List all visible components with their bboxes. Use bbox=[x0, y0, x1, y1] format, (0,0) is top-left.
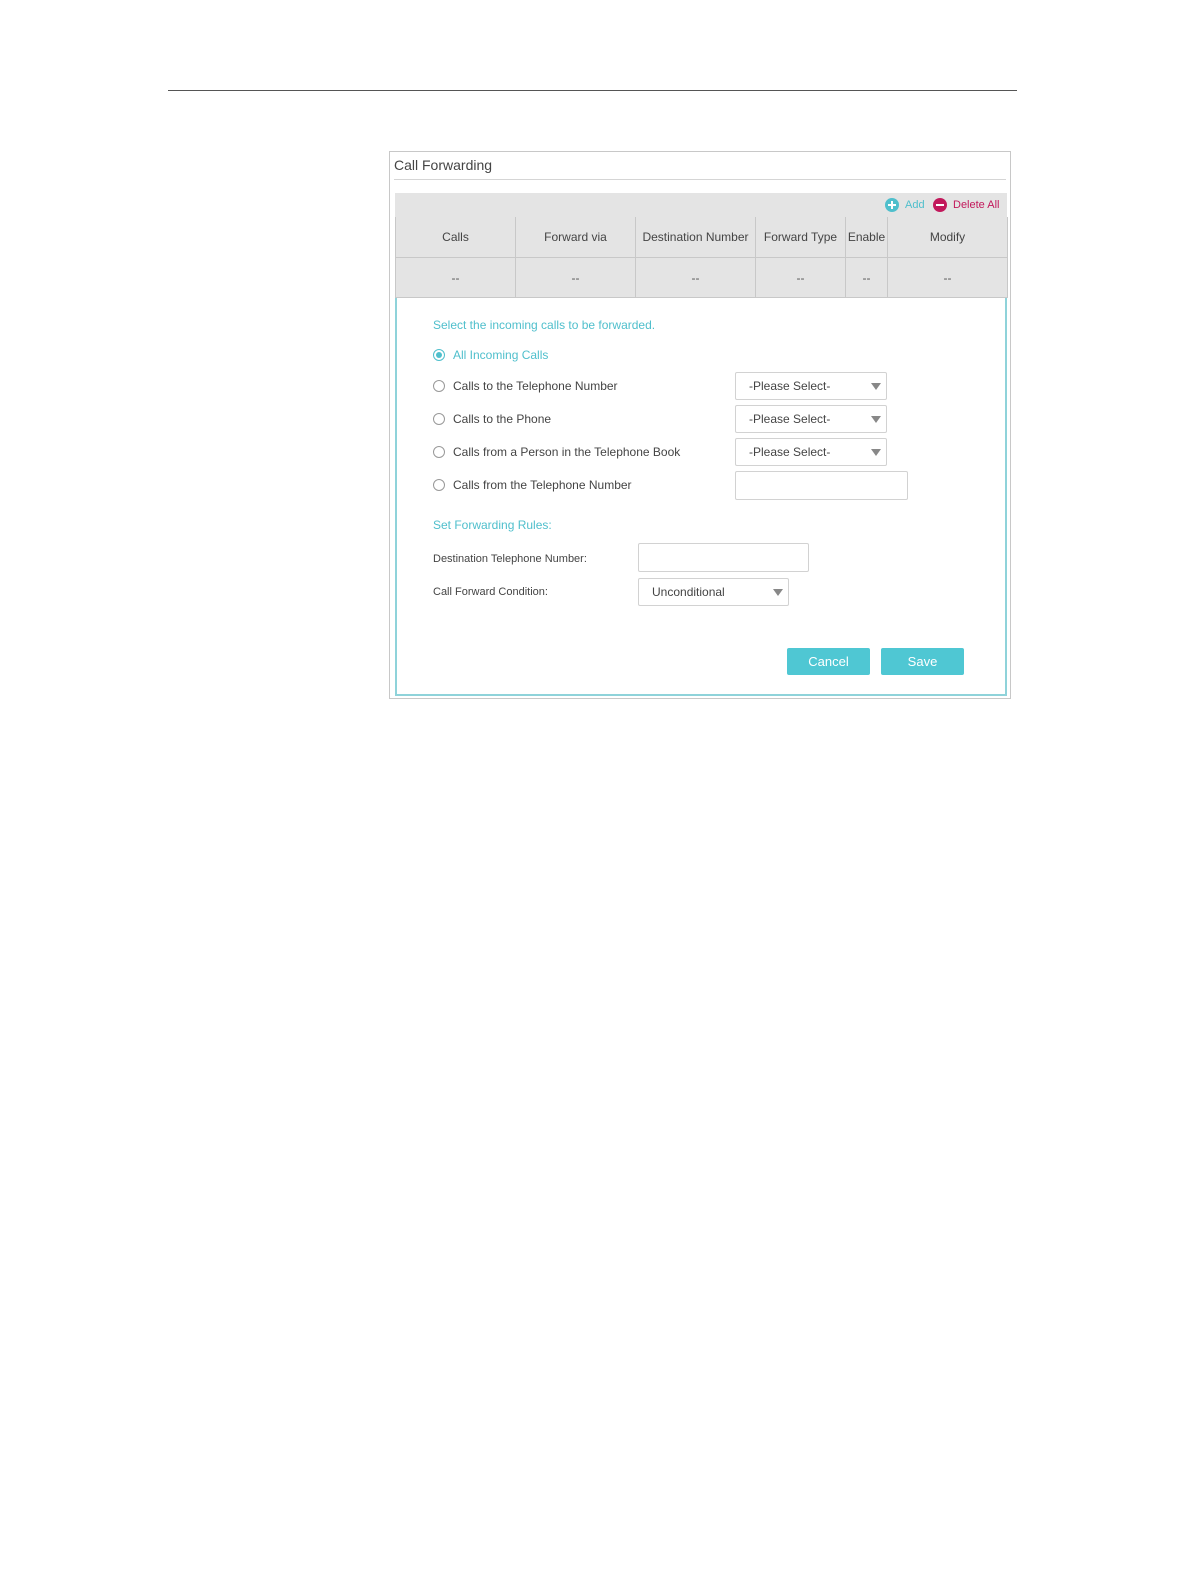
radio-button[interactable] bbox=[433, 380, 445, 392]
column-header-enable: Enable bbox=[845, 217, 888, 258]
delete-all-label: Delete All bbox=[953, 199, 1000, 211]
table-cell: -- bbox=[845, 257, 888, 298]
forward-condition-label: Call Forward Condition: bbox=[433, 586, 548, 598]
radio-calls-to-telephone-number[interactable]: Calls to the Telephone Number bbox=[433, 379, 618, 393]
table-header-row: Calls Forward via Destination Number For… bbox=[395, 217, 1008, 258]
radio-calls-to-phone[interactable]: Calls to the Phone bbox=[433, 412, 551, 426]
edit-rule-form: Select the incoming calls to be forwarde… bbox=[395, 256, 1007, 696]
select-value: -Please Select- bbox=[749, 379, 831, 393]
column-header-forward-via: Forward via bbox=[515, 217, 636, 258]
radio-button[interactable] bbox=[433, 479, 445, 491]
destination-number-label: Destination Telephone Number: bbox=[433, 553, 587, 565]
radio-label: Calls from a Person in the Telephone Boo… bbox=[453, 445, 681, 459]
radio-calls-from-telephone-number[interactable]: Calls from the Telephone Number bbox=[433, 478, 632, 492]
select-value: -Please Select- bbox=[749, 412, 831, 426]
table-cell: -- bbox=[395, 257, 516, 298]
column-header-forward-type: Forward Type bbox=[755, 217, 846, 258]
plus-circle-icon bbox=[885, 198, 899, 212]
call-forwarding-panel: Call Forwarding Add Delete All Select th… bbox=[389, 151, 1011, 699]
table-cell: -- bbox=[635, 257, 756, 298]
radio-label: Calls to the Phone bbox=[453, 412, 552, 426]
radio-all-incoming-calls[interactable]: All Incoming Calls bbox=[433, 348, 548, 362]
incoming-calls-heading: Select the incoming calls to be forwarde… bbox=[433, 318, 656, 332]
save-button[interactable]: Save bbox=[881, 648, 964, 675]
minus-circle-icon bbox=[933, 198, 947, 212]
radio-button[interactable] bbox=[433, 413, 445, 425]
select-value: -Please Select- bbox=[749, 445, 831, 459]
table-row: -- -- -- -- -- -- bbox=[395, 257, 1008, 298]
cancel-button[interactable]: Cancel bbox=[787, 648, 870, 675]
forwarding-rules-table: Calls Forward via Destination Number For… bbox=[395, 217, 1008, 298]
radio-label: Calls to the Telephone Number bbox=[453, 379, 618, 393]
chevron-down-icon bbox=[773, 589, 783, 596]
table-toolbar: Add Delete All bbox=[395, 193, 1007, 217]
column-header-destination-number: Destination Number bbox=[635, 217, 756, 258]
select-value: Unconditional bbox=[652, 585, 725, 599]
chevron-down-icon bbox=[871, 383, 881, 390]
telephone-number-select[interactable]: -Please Select- bbox=[735, 372, 887, 400]
chevron-down-icon bbox=[871, 449, 881, 456]
radio-button[interactable] bbox=[433, 446, 445, 458]
page-header-rule bbox=[168, 90, 1017, 91]
column-header-modify: Modify bbox=[887, 217, 1008, 258]
add-button[interactable]: Add bbox=[885, 193, 925, 217]
table-cell: -- bbox=[887, 257, 1008, 298]
radio-label: Calls from the Telephone Number bbox=[453, 478, 632, 492]
title-divider bbox=[394, 179, 1006, 180]
delete-all-button[interactable]: Delete All bbox=[933, 193, 999, 217]
forward-condition-select[interactable]: Unconditional bbox=[638, 578, 789, 606]
phone-select[interactable]: -Please Select- bbox=[735, 405, 887, 433]
radio-label: All Incoming Calls bbox=[453, 348, 549, 362]
radio-calls-from-phonebook-person[interactable]: Calls from a Person in the Telephone Boo… bbox=[433, 445, 680, 459]
column-header-calls: Calls bbox=[395, 217, 516, 258]
table-cell: -- bbox=[515, 257, 636, 298]
panel-title: Call Forwarding bbox=[394, 157, 493, 173]
phonebook-person-select[interactable]: -Please Select- bbox=[735, 438, 887, 466]
add-label: Add bbox=[905, 199, 925, 211]
destination-number-input[interactable] bbox=[638, 543, 809, 572]
forwarding-rules-heading: Set Forwarding Rules: bbox=[433, 518, 552, 532]
table-cell: -- bbox=[755, 257, 846, 298]
radio-button[interactable] bbox=[433, 349, 445, 361]
from-telephone-number-input[interactable] bbox=[735, 471, 908, 500]
chevron-down-icon bbox=[871, 416, 881, 423]
